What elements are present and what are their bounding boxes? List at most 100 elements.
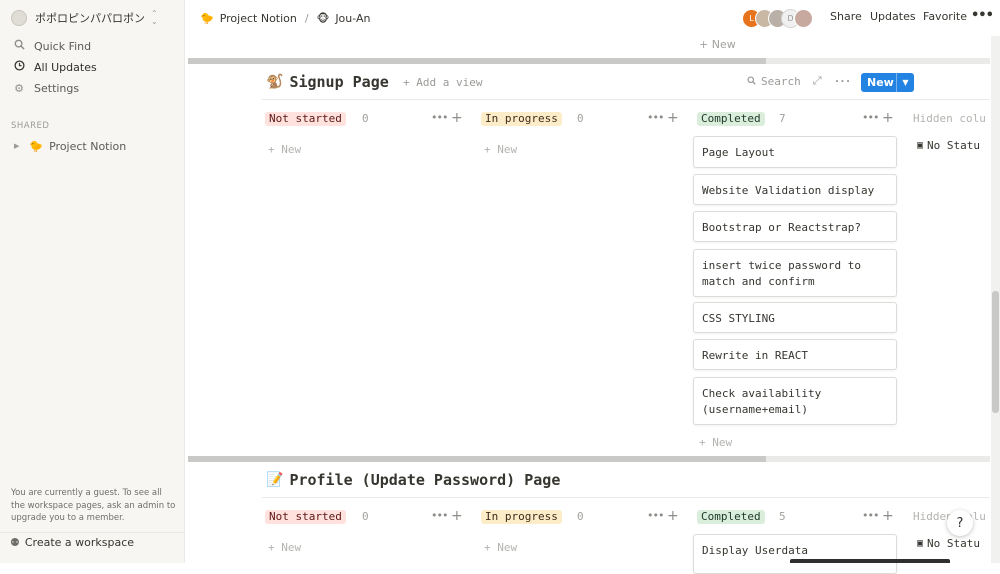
horizontal-scrollbar[interactable] xyxy=(188,58,990,64)
board-card[interactable]: CSS STYLING xyxy=(693,302,897,333)
divider xyxy=(262,497,990,498)
group-add-icon[interactable]: + xyxy=(882,509,894,523)
sidebar-item-label: All Updates xyxy=(34,60,97,74)
workspace-logo xyxy=(11,10,27,26)
expand-triangle-icon[interactable]: ▶ xyxy=(14,142,19,150)
horizontal-scrollbar[interactable] xyxy=(188,456,990,462)
chick-icon: 🐤 xyxy=(200,11,214,25)
clock-icon xyxy=(12,60,26,74)
new-button-label: New xyxy=(867,76,894,89)
group-more-icon[interactable]: ••• xyxy=(647,111,664,124)
monkey-icon: 🐵 xyxy=(316,11,330,25)
no-status-group[interactable]: ▣ No Statu xyxy=(917,537,980,550)
breadcrumb-separator: / xyxy=(304,11,309,25)
hidden-columns-label: Hidden colu xyxy=(913,112,986,125)
breadcrumb-item-project-notion[interactable]: Project Notion xyxy=(220,12,297,25)
database-title-text[interactable]: Profile (Update Password) Page xyxy=(289,471,560,489)
scrollbar-thumb[interactable] xyxy=(992,291,999,413)
status-group-in-progress: In progress xyxy=(481,112,562,126)
status-group-completed: Completed xyxy=(697,510,765,524)
create-workspace-label: Create a workspace xyxy=(24,536,135,549)
workspace-switcher[interactable]: ポポロピンパパロポン ⌃ ⌄ xyxy=(11,8,158,28)
search-icon[interactable] xyxy=(747,75,761,88)
board-card[interactable]: Display Userdata xyxy=(693,534,897,574)
group-add-icon[interactable]: + xyxy=(667,509,679,523)
group-more-icon[interactable]: ••• xyxy=(862,509,879,522)
board-card[interactable]: Page Layout xyxy=(693,136,897,168)
sidebar-item-project-notion[interactable]: ▶ 🐤 Project Notion xyxy=(14,137,126,155)
status-group-in-progress: In progress xyxy=(481,510,562,524)
new-button[interactable]: New ▼ xyxy=(861,73,914,92)
person-add-icon: ⚉ xyxy=(10,536,20,549)
database-toolbar: Search ⤢ ··· xyxy=(747,74,852,88)
more-icon[interactable]: ··· xyxy=(834,75,852,88)
group-more-icon[interactable]: ••• xyxy=(431,509,448,522)
scrollbar-thumb[interactable] xyxy=(188,58,766,64)
divider xyxy=(262,99,990,100)
more-options-icon[interactable]: ••• xyxy=(971,8,994,23)
group-add-icon[interactable]: + xyxy=(882,111,894,125)
group-count: 0 xyxy=(577,510,584,523)
group-count: 0 xyxy=(362,510,369,523)
create-workspace-button[interactable]: ⚉ Create a workspace xyxy=(0,532,184,552)
board-card[interactable]: Check availability (username+email) xyxy=(693,377,897,425)
database-title-text[interactable]: Signup Page xyxy=(289,73,388,91)
new-card-button[interactable]: + New xyxy=(268,541,301,554)
group-add-icon[interactable]: + xyxy=(451,509,463,523)
sidebar-item-label: Settings xyxy=(34,81,80,95)
group-count: 0 xyxy=(577,112,584,125)
group-more-icon[interactable]: ••• xyxy=(431,111,448,124)
breadcrumb: 🐤 Project Notion / 🐵 Jou-An xyxy=(200,8,370,28)
memo-icon: 📝 xyxy=(266,472,284,488)
board-card[interactable]: insert twice password to match and confi… xyxy=(693,249,897,297)
sidebar-item-settings[interactable]: ⚙ Settings xyxy=(12,78,79,98)
share-button[interactable]: Share xyxy=(830,10,862,23)
chick-icon: 🐤 xyxy=(29,139,44,153)
breadcrumb-item-jou-an[interactable]: Jou-An xyxy=(335,12,370,25)
vertical-scrollbar[interactable] xyxy=(991,36,1000,563)
sidebar: ポポロピンパパロポン ⌃ ⌄ Quick Find All Updates ⚙ S… xyxy=(0,0,185,563)
board-card[interactable]: Website Validation display xyxy=(693,174,897,205)
new-card-button[interactable]: + New xyxy=(268,143,301,156)
database-title: 🐒 Signup Page xyxy=(266,71,389,93)
status-group-completed: Completed xyxy=(697,112,765,126)
avatar xyxy=(794,9,813,28)
inbox-icon: ▣ xyxy=(917,140,924,151)
new-card-button[interactable]: + New xyxy=(699,436,732,449)
database-title: 📝 Profile (Update Password) Page xyxy=(266,469,560,491)
new-item-button[interactable]: + New xyxy=(699,38,736,51)
board-card[interactable]: Rewrite in REACT xyxy=(693,339,897,370)
monkey-icon: 🐒 xyxy=(266,74,284,90)
search-button[interactable]: Search xyxy=(761,75,801,88)
add-view-button[interactable]: + Add a view xyxy=(403,76,482,89)
new-card-button[interactable]: + New xyxy=(484,143,517,156)
status-group-not-started: Not started xyxy=(265,510,346,524)
status-group-not-started: Not started xyxy=(265,112,346,126)
favorite-button[interactable]: Favorite xyxy=(923,10,967,23)
group-add-icon[interactable]: + xyxy=(667,111,679,125)
expand-icon[interactable]: ⤢ xyxy=(813,74,822,88)
workspace-name: ポポロピンパパロポン xyxy=(35,12,145,25)
board-card[interactable]: Bootstrap or Reactstrap? xyxy=(693,211,897,242)
no-status-label: No Statu xyxy=(927,139,981,152)
gear-icon: ⚙ xyxy=(14,81,24,95)
group-count: 7 xyxy=(779,112,786,125)
no-status-group[interactable]: ▣ No Statu xyxy=(917,139,980,152)
search-icon xyxy=(12,39,26,53)
help-button[interactable]: ? xyxy=(947,510,973,536)
scrollbar-thumb[interactable] xyxy=(188,456,766,462)
viewer-avatars[interactable]: L D xyxy=(742,9,813,28)
sidebar-item-quick-find[interactable]: Quick Find xyxy=(12,36,91,56)
new-card-button[interactable]: + New xyxy=(484,541,517,554)
switcher-chevron-icon: ⌃ ⌄ xyxy=(151,9,158,26)
guest-message: You are currently a guest. To see all th… xyxy=(11,488,176,523)
group-more-icon[interactable]: ••• xyxy=(862,111,879,124)
group-add-icon[interactable]: + xyxy=(451,111,463,125)
sidebar-item-all-updates[interactable]: All Updates xyxy=(12,57,97,77)
updates-button[interactable]: Updates xyxy=(870,10,916,23)
chevron-down-icon[interactable]: ▼ xyxy=(896,73,914,92)
group-count: 0 xyxy=(362,112,369,125)
group-more-icon[interactable]: ••• xyxy=(647,509,664,522)
sidebar-section-label: SHARED xyxy=(11,121,50,131)
bottom-bar xyxy=(790,559,950,563)
